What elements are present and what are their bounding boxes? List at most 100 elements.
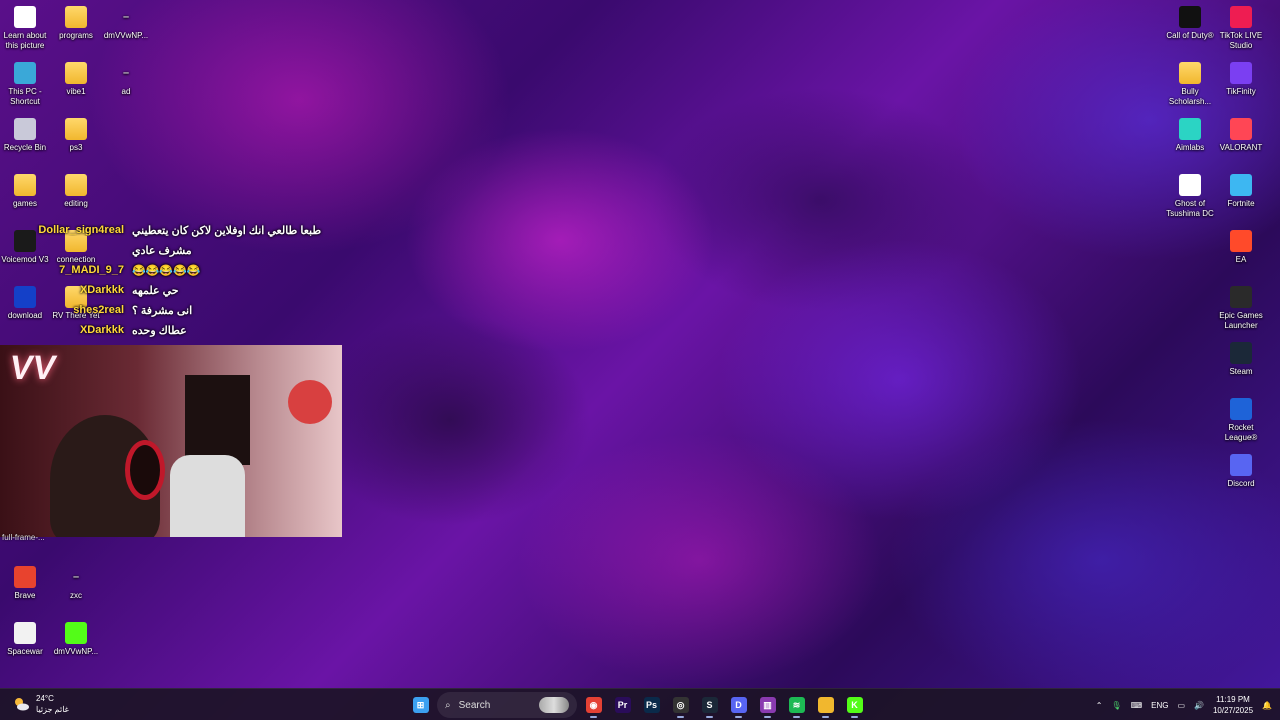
language-indicator[interactable]: ENG — [1151, 701, 1168, 710]
desktop-icon-right-0[interactable]: Call of Duty® — [1165, 2, 1215, 41]
taskbar-winrar[interactable]: ▥ — [755, 692, 780, 718]
folder-icon — [65, 6, 87, 28]
desktop-icon-label: zxc — [70, 591, 82, 600]
desktop-icon-label: Fortnite — [1227, 199, 1255, 208]
desktop-icon-right-9[interactable]: Epic Games Launcher — [1216, 282, 1266, 331]
desktop-icon-left-8[interactable]: games — [0, 170, 50, 209]
taskbar-photoshop[interactable]: Ps — [639, 692, 664, 718]
aimlabs-icon — [1179, 118, 1201, 140]
weather-desc: غائم جزئيا — [36, 705, 69, 714]
desktop-icon-left-9[interactable]: editing — [51, 170, 101, 209]
chat-username: XDarkkk — [79, 284, 124, 296]
search-icon: ⌕ — [445, 699, 451, 711]
taskbar-spotify[interactable]: ≋ — [784, 692, 809, 718]
taskbar-start-button[interactable]: ⊞ — [408, 692, 433, 718]
search-placeholder: Search — [458, 699, 491, 711]
desktop-icon-left-14[interactable]: Brave — [0, 562, 50, 601]
desktop-icon-right-12[interactable]: Discord — [1216, 450, 1266, 489]
desktop-icon-label: Bully Scholarsh... — [1168, 87, 1212, 106]
taskbar-kick[interactable]: K — [842, 692, 867, 718]
folder-icon — [65, 62, 87, 84]
tiktok-live-icon — [1230, 6, 1252, 28]
taskbar-discord[interactable]: D — [726, 692, 751, 718]
desktop-icon-right-8[interactable]: EA — [1216, 226, 1266, 265]
photoshop-icon: Ps — [643, 697, 660, 713]
microphone-icon[interactable]: 🎙 — [1111, 701, 1121, 710]
chat-username: shes2real — [73, 304, 124, 316]
desktop-icon-left-5[interactable]: – ad — [101, 58, 151, 97]
taskbar-search[interactable]: ⌕ Search — [437, 692, 577, 718]
desktop-icon-left-15[interactable]: – zxc — [51, 562, 101, 601]
desktop-icon-left-17[interactable]: dmVVwNP... — [51, 618, 101, 657]
desktop-icon-right-6[interactable]: Ghost of Tsushima DC — [1165, 170, 1215, 219]
desktop-icon-label: Discord — [1227, 479, 1255, 488]
desktop-icon-left-2[interactable]: – dmVVwNP... — [101, 2, 151, 41]
clock-date: 10/27/2025 — [1212, 706, 1254, 715]
desktop-icon-left-7[interactable]: ps3 — [51, 114, 101, 153]
desktop-icon-left-1[interactable]: programs — [51, 2, 101, 41]
taskbar-chrome[interactable]: ◉ — [581, 692, 606, 718]
chat-message: XDarkkk حي علمهه — [0, 280, 340, 300]
this-pc-icon — [14, 62, 36, 84]
chat-message: 7_MADI_9_7 😂😂😂😂😂 — [0, 260, 340, 280]
desktop-icon-label: Epic Games Launcher — [1219, 311, 1263, 330]
chat-username: XDarkkk — [79, 324, 124, 336]
desktop-icon-right-3[interactable]: TikFinity — [1216, 58, 1266, 97]
steam-icon: S — [701, 697, 718, 713]
headphones — [125, 440, 165, 500]
volume-icon[interactable]: 🔊 — [1194, 701, 1204, 710]
desktop-icon-label: programs — [59, 31, 93, 40]
folder-icon — [817, 697, 834, 713]
desktop-icon-label: ps3 — [69, 143, 83, 152]
desktop-icon-left-4[interactable]: vibe1 — [51, 58, 101, 97]
desktop-icon-right-10[interactable]: Steam — [1216, 338, 1266, 377]
keyboard-icon[interactable]: ⌨ — [1131, 701, 1143, 710]
desktop-icon-right-7[interactable]: Fortnite — [1216, 170, 1266, 209]
taskbar-premiere-pro[interactable]: Pr — [610, 692, 635, 718]
wall-hat — [288, 380, 332, 424]
chat-text: طبعا طالعي انك اوفلاين لاكن كان يتعطيني — [132, 224, 322, 237]
recycle-bin-icon — [14, 118, 36, 140]
neon-sign: VV — [6, 349, 59, 387]
notifications-icon[interactable]: 🔔 — [1262, 701, 1272, 710]
call-of-duty-icon — [1179, 6, 1201, 28]
desktop-icon-right-5[interactable]: VALORANT — [1216, 114, 1266, 153]
chat-message: shes2real انی مشرفة ؟ — [0, 300, 340, 320]
chrome-icon: ◉ — [585, 697, 602, 713]
ghost-of-tsushima-icon — [1179, 174, 1201, 196]
folder-icon — [65, 174, 87, 196]
desktop-icon-right-1[interactable]: TikTok LIVE Studio — [1216, 2, 1266, 51]
weather-widget[interactable]: 24°C غائم جزئيا — [12, 693, 69, 715]
desktop-icon-left-0[interactable]: Learn about this picture — [0, 2, 50, 51]
network-icon[interactable]: ▭ — [1177, 701, 1185, 710]
chat-username: Dollar_sign4real — [38, 224, 124, 236]
desktop-icon-label: vibe1 — [66, 87, 86, 96]
desktop-icon-right-4[interactable]: Aimlabs — [1165, 114, 1215, 153]
premiere-pro-icon: Pr — [614, 697, 631, 713]
desktop-icon-label: Spacewar — [7, 647, 43, 656]
discord-icon: D — [730, 697, 747, 713]
desktop-icon-label: Steam — [1229, 367, 1253, 376]
desktop-icon-label: This PC - Shortcut — [8, 87, 42, 106]
desktop-icon-label: dmVVwNP... — [53, 647, 99, 656]
desktop: Learn about this picture programs – dmVVwNP… — [0, 0, 1280, 688]
desktop-icon-right-2[interactable]: Bully Scholarsh... — [1165, 58, 1215, 107]
taskbar-steam[interactable]: S — [697, 692, 722, 718]
taskbar-file-explorer[interactable] — [813, 692, 838, 718]
taskbar-obs[interactable]: ◎ — [668, 692, 693, 718]
shortcut-icon: – — [72, 571, 80, 583]
desktop-icon-left-6[interactable]: Recycle Bin — [0, 114, 50, 153]
desktop-icon-label: Ghost of Tsushima DC — [1166, 199, 1214, 218]
chat-text: حي علمهه — [132, 284, 179, 297]
desktop-icon-label: EA — [1235, 255, 1247, 264]
desktop-icon-left-3[interactable]: This PC - Shortcut — [0, 58, 50, 107]
desktop-icon-right-11[interactable]: Rocket League® — [1216, 394, 1266, 443]
clock[interactable]: 11:19 PM 10/27/2025 — [1213, 694, 1253, 716]
valorant-icon — [1230, 118, 1252, 140]
chat-text: عطاك وحده — [132, 324, 187, 337]
chevron-up-icon[interactable]: ⌃ — [1096, 701, 1103, 710]
desktop-icon-left-16[interactable]: Spacewar — [0, 618, 50, 657]
desktop-icon-label: editing — [64, 199, 88, 208]
shelf — [185, 375, 250, 465]
chat-message: Dollar_sign4real طبعا طالعي انك اوفلاين ل… — [0, 220, 340, 240]
